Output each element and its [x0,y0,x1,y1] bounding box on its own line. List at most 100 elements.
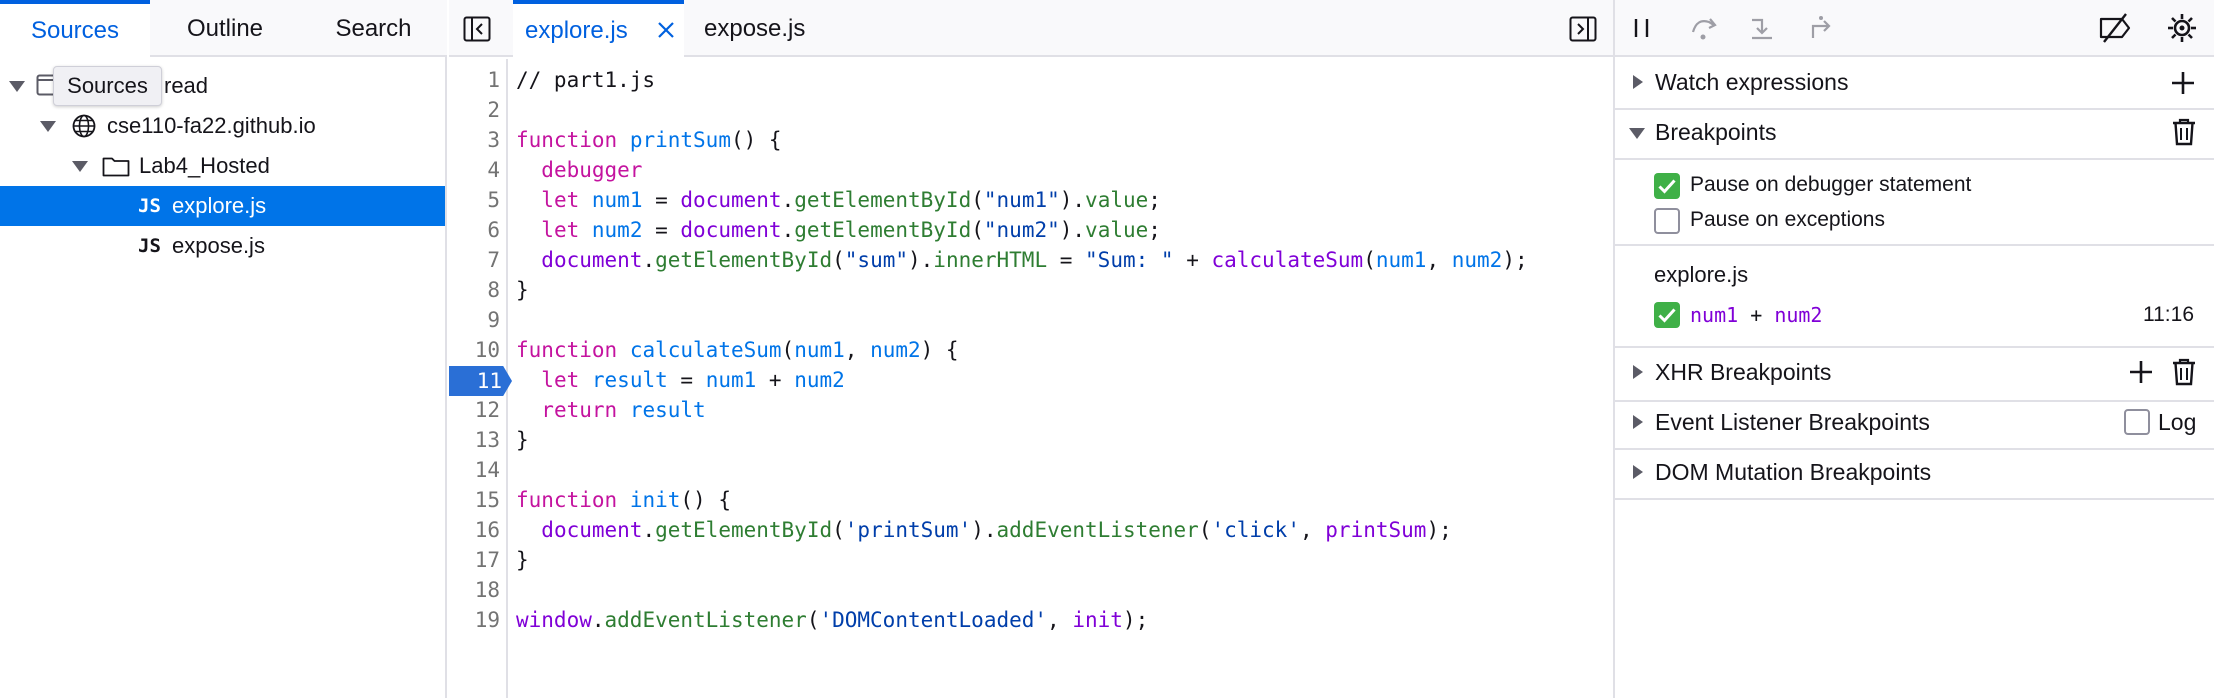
checkbox-unchecked[interactable] [1654,208,1680,234]
file-label: expose.js [172,233,265,258]
expand-arrow-icon[interactable] [9,81,25,92]
gear-icon[interactable] [2166,12,2198,44]
tab-expose-js[interactable]: expose.js [704,0,834,57]
line-number[interactable]: 6 [487,218,500,242]
option-label: Pause on exceptions [1690,208,1885,231]
code-line-1: // part1.js [516,68,656,92]
line-number[interactable]: 7 [487,248,500,272]
code-line-3: function printSum() { [516,128,782,152]
expr-op: + [1750,303,1763,327]
pause-on-debugger-option[interactable]: Pause on debugger statement [1654,171,2154,201]
log-checkbox[interactable] [2124,409,2150,435]
step-in-icon[interactable] [1748,14,1778,42]
editor-tabbar: explore.js expose.js [449,0,1613,61]
breakpoints-header[interactable]: Breakpoints [1615,108,2214,160]
line-number[interactable]: 3 [487,128,500,152]
folder-icon [102,155,130,177]
line-number[interactable]: 8 [487,278,500,302]
debugger-toolbar [1615,0,2214,57]
tab-outline[interactable]: Outline [150,0,300,57]
line-number[interactable]: 14 [475,458,500,482]
tab-explore-js[interactable]: explore.js [513,0,684,61]
toggle-sidebar-icon[interactable] [463,16,491,42]
breakpoint-location: 11:16 [2143,303,2194,326]
file-label: explore.js [172,193,267,218]
trash-icon[interactable] [2171,118,2197,146]
collapse-arrow-icon [1629,128,1645,139]
section-label: DOM Mutation Breakpoints [1655,459,1932,485]
line-number[interactable]: 10 [475,338,500,362]
expr-right: num2 [1774,303,1823,327]
toggle-panel-icon[interactable] [1569,16,1597,42]
step-out-icon[interactable] [1807,14,1837,42]
deactivate-breakpoints-icon[interactable] [2098,13,2132,43]
line-number[interactable]: 16 [475,518,500,542]
line-number[interactable]: 9 [487,308,500,332]
folder-label: Lab4_Hosted [139,153,270,178]
code-line-5: let num1 = document.getElementById("num1… [541,188,1161,212]
pause-icon[interactable] [1630,16,1654,40]
line-number[interactable]: 18 [475,578,500,602]
line-number[interactable]: 1 [487,68,500,92]
checkbox-checked[interactable] [1654,173,1680,199]
section-label: Event Listener Breakpoints [1655,409,1930,435]
close-icon[interactable] [657,21,675,39]
line-number[interactable]: 17 [475,548,500,572]
globe-icon [72,114,96,138]
expr-left: num1 [1690,303,1739,327]
line-number[interactable]: 5 [487,188,500,212]
line-number[interactable]: 12 [475,398,500,422]
section-label: XHR Breakpoints [1655,359,1832,385]
breakpoint-expression: num1 + num2 [1690,303,1822,327]
expand-arrow-icon [1633,465,1643,479]
line-number[interactable]: 15 [475,488,500,512]
pause-on-exceptions-option[interactable]: Pause on exceptions [1654,206,2154,236]
tab-sources[interactable]: Sources [0,0,150,61]
tree-row-folder[interactable]: Lab4_Hosted [0,146,445,186]
tab-search[interactable]: Search [300,0,447,57]
watch-expressions-header[interactable]: Watch expressions [1615,58,2214,110]
trash-icon[interactable] [2171,358,2197,386]
tooltip: Sources [53,66,162,106]
xhr-breakpoints-header[interactable]: XHR Breakpoints [1615,346,2214,402]
tree-row-expose-js[interactable]: JS expose.js [0,226,445,266]
section-label: Watch expressions [1655,69,1849,95]
code-line-19: window.addEventListener('DOMContentLoade… [516,608,1149,632]
expand-arrow-icon [1633,365,1643,379]
checkbox-checked[interactable] [1654,302,1680,328]
breakpoint-file-label: explore.js [1654,262,1749,287]
breakpoint-list: explore.js num1 + num2 11:16 [1615,248,2214,344]
line-number[interactable]: 19 [475,608,500,632]
log-label: Log [2158,409,2197,435]
domain-label: cse110-fa22.github.io [107,113,316,138]
add-icon[interactable] [2128,359,2154,385]
option-label: Pause on debugger statement [1690,173,1972,196]
code-line-7: document.getElementById("sum").innerHTML… [541,248,1528,272]
code-line-8: } [516,278,529,302]
line-number[interactable]: 2 [487,98,500,122]
code-line-4: debugger [541,158,643,182]
breakpoint-item[interactable]: num1 + num2 11:16 [1654,300,2194,332]
expand-arrow-icon [1633,415,1643,429]
thread-label: read [164,73,209,98]
event-listener-breakpoints-header[interactable]: Event Listener Breakpoints Log [1615,398,2214,450]
expand-arrow-icon[interactable] [72,161,88,172]
dom-mutation-breakpoints-header[interactable]: DOM Mutation Breakpoints [1615,448,2214,500]
line-number[interactable]: 13 [475,428,500,452]
code-line-12: return result [541,398,706,422]
tree-row-explore-js[interactable]: JS explore.js [0,186,445,226]
code-line-15: function init() { [516,488,731,512]
sources-tabbar: Sources Outline Search [0,0,447,61]
breakpoint-options: Pause on debugger statement Pause on exc… [1615,158,2214,246]
code-line-10: function calculateSum(num1, num2) { [516,338,959,362]
breakpoint-marker[interactable]: 11 [449,366,512,396]
step-over-icon[interactable] [1689,14,1719,42]
expand-arrow-icon [1633,75,1643,89]
section-label: Breakpoints [1655,119,1777,145]
tree-row-domain[interactable]: cse110-fa22.github.io [0,106,445,146]
expand-arrow-icon[interactable] [40,121,56,132]
js-file-icon: JS [138,195,161,217]
add-icon[interactable] [2170,70,2196,96]
line-number[interactable]: 4 [487,158,500,182]
code-line-6: let num2 = document.getElementById("num2… [541,218,1161,242]
